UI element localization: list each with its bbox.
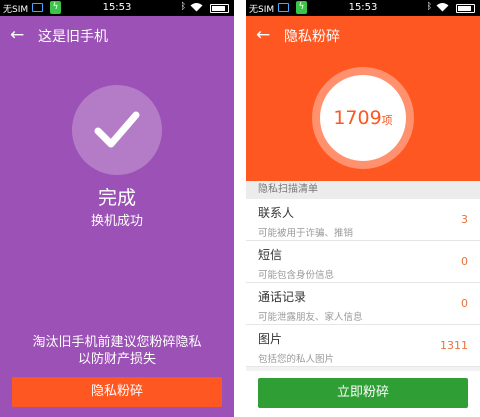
item-desc: 包括您的私人图片 [258,354,335,365]
scan-list: 联系人 可能被用于诈骗、推销 3 短信 可能包含身份信息 0 通话记录 可能泄露… [246,199,480,367]
arrow-left-icon[interactable]: ← [256,24,270,46]
item-count: 1311 [440,339,468,352]
hint-text: 淘汰旧手机前建议您粉碎隐私 以防财产损失 [6,334,228,368]
item-name: 通话记录 [258,290,307,304]
item-desc: 可能包含身份信息 [258,270,335,281]
bluetooth-icon: ᛒ [426,2,432,12]
list-item[interactable]: 通话记录 可能泄露朋友、家人信息 0 [246,283,480,325]
done-subtitle: 换机成功 [90,214,143,229]
item-desc: 可能泄露朋友、家人信息 [258,312,363,323]
score-circle: 1709项 [320,75,406,161]
page-title: 这是旧手机 [38,29,108,45]
item-desc: 可能被用于诈骗、推销 [258,228,354,239]
right-phone-screen: ← 隐私粉碎 1709项 无SIM ϟ 15:53 ᛒ 隐私扫描清单 联系人 可… [246,0,480,417]
list-item[interactable]: 图片 包括您的私人图片 1311 [246,325,480,367]
app-bar: ← 这是旧手机 [0,16,234,56]
page-title: 隐私粉碎 [284,29,340,45]
hint-line-2: 以防财产损失 [77,352,156,367]
scan-header: ← 隐私粉碎 1709项 [246,0,480,181]
privacy-shred-button[interactable]: 隐私粉碎 [12,377,222,407]
hint-line-1: 淘汰旧手机前建议您粉碎隐私 [32,335,202,350]
wifi-icon [436,2,449,15]
item-name: 短信 [258,248,283,262]
left-phone-screen: 无SIM ϟ 15:53 ᛒ ← 这是旧手机 完成 换机成功 淘汰旧手机前建议您… [0,0,234,417]
arrow-left-icon[interactable]: ← [10,24,24,46]
success-badge [72,85,162,175]
item-count: 3 [461,213,468,226]
item-count: 0 [461,255,468,268]
battery-icon [210,4,229,13]
list-item[interactable]: 联系人 可能被用于诈骗、推销 3 [246,199,480,241]
footer: 立即粉碎 [246,371,480,417]
item-name: 图片 [258,332,283,346]
battery-icon [456,4,475,13]
bluetooth-icon: ᛒ [180,2,186,12]
section-header: 隐私扫描清单 [246,181,480,199]
app-bar: ← 隐私粉碎 [246,16,480,56]
wifi-icon [190,2,203,15]
score-unit: 项 [381,114,393,127]
item-name: 联系人 [258,206,295,220]
score-value: 1709 [333,107,382,129]
status-bar: 无SIM ϟ 15:53 ᛒ [0,0,234,16]
score-ring: 1709项 [312,67,414,169]
status-bar: 无SIM ϟ 15:53 ᛒ [246,0,480,16]
list-item[interactable]: 短信 可能包含身份信息 0 [246,241,480,283]
checkmark-icon [94,111,140,148]
done-title: 完成 [97,187,136,209]
item-count: 0 [461,297,468,310]
shred-now-button[interactable]: 立即粉碎 [258,378,468,408]
